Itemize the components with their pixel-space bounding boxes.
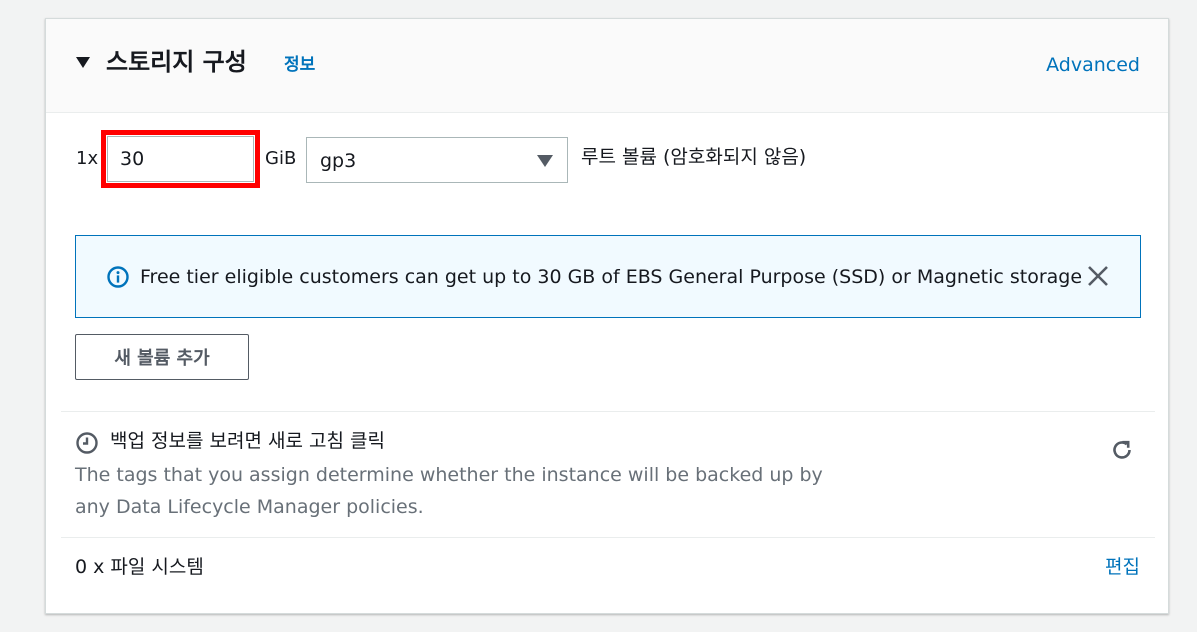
section-title[interactable]: 스토리지 구성 [106,46,247,78]
add-volume-button[interactable]: 새 볼륨 추가 [75,334,249,380]
clock-icon [76,432,98,454]
backup-info-description: The tags that you assign determine wheth… [75,464,823,518]
volume-type-select[interactable]: gp3 [306,137,568,183]
alert-message: Free tier eligible customers can get up … [140,266,1083,288]
info-icon [107,266,129,288]
root-volume-description: 루트 볼륨 (암호화되지 않음) [581,146,807,168]
panel-header: 스토리지 구성 정보 Advanced [46,19,1168,113]
backup-info-title: 백업 정보를 보려면 새로 고침 클릭 [110,430,385,452]
close-icon[interactable] [1086,264,1110,288]
edit-file-systems-link[interactable]: 편집 [1105,554,1140,580]
root-volume-row: 1x GiB gp3 루트 볼륨 (암호화되지 않음) [46,130,1168,188]
refresh-icon[interactable] [1109,437,1135,463]
divider [61,411,1155,412]
divider [61,537,1155,538]
volume-type-value: gp3 [320,150,357,172]
size-unit-label: GiB [265,148,297,169]
info-link[interactable]: 정보 [284,54,315,76]
collapse-caret-icon[interactable] [76,57,90,68]
volume-size-input[interactable] [107,136,254,182]
volume-multiplier: 1x [76,148,99,169]
advanced-link[interactable]: Advanced [1046,53,1140,77]
storage-config-panel: 스토리지 구성 정보 Advanced 1x GiB gp3 루트 볼륨 (암호… [45,18,1169,614]
free-tier-alert: Free tier eligible customers can get up … [75,235,1141,318]
caret-down-icon [537,155,553,167]
file-system-count: 0 x 파일 시스템 [75,556,204,578]
